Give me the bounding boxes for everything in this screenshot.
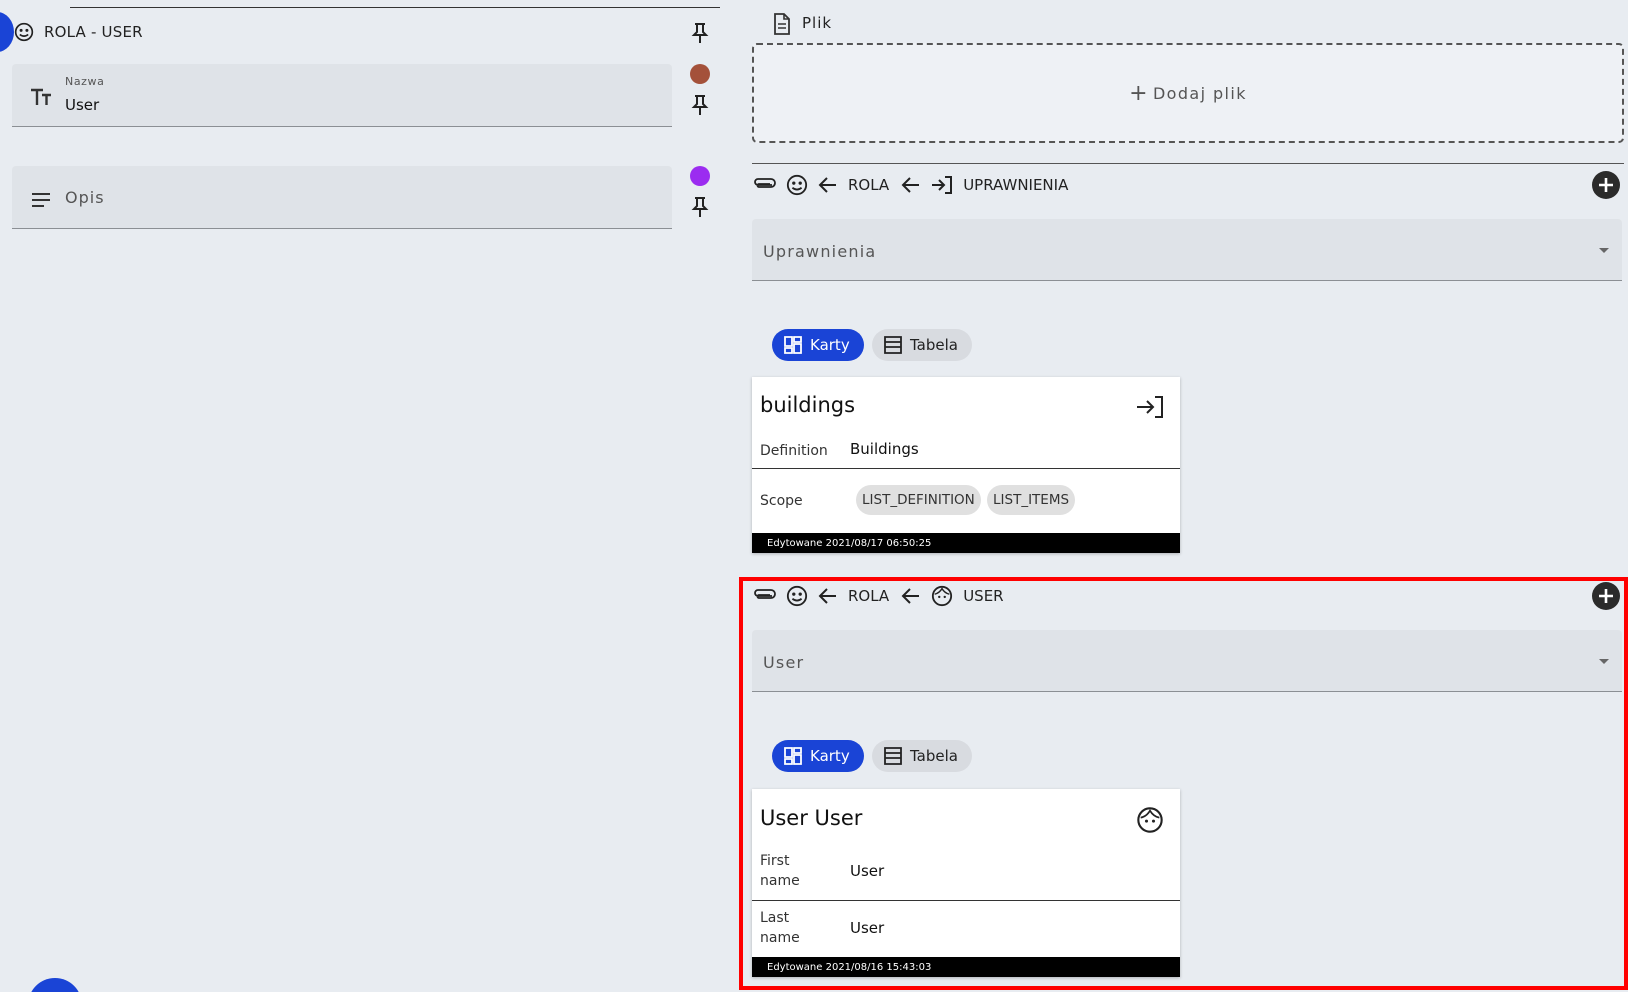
divider bbox=[70, 7, 720, 8]
view-cards-button[interactable]: Karty bbox=[772, 740, 864, 772]
row-value: User bbox=[850, 862, 885, 880]
view-table-button[interactable]: Tabela bbox=[872, 740, 972, 772]
crumb-target: UPRAWNIENIA bbox=[963, 176, 1069, 194]
chevron-down-icon bbox=[1598, 658, 1610, 665]
chevron-down-icon bbox=[1598, 247, 1610, 254]
arrow-left-icon bbox=[901, 587, 921, 605]
user-select[interactable]: User bbox=[752, 630, 1622, 692]
divider bbox=[752, 900, 1180, 901]
row-key: Last name bbox=[760, 910, 800, 946]
file-label: Plik bbox=[802, 14, 833, 32]
crumb-rola: ROLA bbox=[848, 587, 890, 605]
face-icon bbox=[931, 585, 953, 607]
card-footer: Edytowane 2021/08/17 06:50:25 bbox=[752, 533, 1180, 553]
scope-pill: LIST_DEFINITION bbox=[856, 485, 981, 515]
add-file-button[interactable]: + Dodaj plik bbox=[752, 43, 1624, 143]
table-icon bbox=[884, 336, 902, 354]
pin-icon[interactable] bbox=[690, 94, 710, 116]
notes-icon bbox=[31, 192, 51, 208]
fab-button[interactable] bbox=[0, 12, 14, 52]
color-dot[interactable] bbox=[690, 64, 710, 84]
arrow-left-icon bbox=[818, 587, 838, 605]
dashboard-icon bbox=[784, 747, 802, 765]
row-value: Buildings bbox=[850, 440, 919, 458]
fab-button[interactable] bbox=[28, 978, 82, 992]
attachment-icon bbox=[752, 588, 776, 604]
permissions-select-value: Uprawnienia bbox=[763, 242, 877, 261]
face-icon[interactable] bbox=[1136, 806, 1164, 834]
arrow-left-icon bbox=[901, 176, 921, 194]
user-card[interactable]: User User First name User Last name User… bbox=[752, 789, 1180, 977]
row-key: Definition bbox=[760, 443, 828, 459]
scope-pill: LIST_ITEMS bbox=[987, 485, 1076, 515]
divider bbox=[752, 468, 1180, 469]
view-table-button[interactable]: Tabela bbox=[872, 329, 972, 361]
attachment-icon bbox=[752, 177, 776, 193]
user-select-value: User bbox=[763, 653, 805, 672]
view-cards-button[interactable]: Karty bbox=[772, 329, 864, 361]
card-title: buildings bbox=[760, 393, 856, 417]
view-cards-label: Karty bbox=[810, 747, 850, 765]
view-table-label: Tabela bbox=[910, 747, 958, 765]
row-key: First name bbox=[760, 853, 800, 889]
mask-icon bbox=[786, 174, 808, 196]
permission-card[interactable]: buildings Definition Buildings Scope LIS… bbox=[752, 377, 1180, 553]
breadcrumb: ROLA USER bbox=[752, 585, 1004, 607]
permissions-select[interactable]: Uprawnienia bbox=[752, 219, 1622, 281]
file-icon bbox=[773, 13, 791, 35]
add-button[interactable] bbox=[1592, 171, 1620, 199]
breadcrumb: ROLA UPRAWNIENIA bbox=[752, 174, 1068, 196]
row-value: User bbox=[850, 919, 885, 937]
card-footer: Edytowane 2021/08/16 15:43:03 bbox=[752, 957, 1180, 977]
add-file-label: Dodaj plik bbox=[1152, 83, 1247, 103]
login-icon bbox=[931, 175, 953, 195]
mask-icon bbox=[14, 22, 34, 42]
crumb-target: USER bbox=[963, 587, 1004, 605]
name-field[interactable]: Nazwa User bbox=[12, 64, 672, 127]
section-title: ROLA - USER bbox=[44, 23, 143, 41]
pin-icon[interactable] bbox=[690, 196, 710, 218]
table-icon bbox=[884, 747, 902, 765]
mask-icon bbox=[786, 585, 808, 607]
card-title: User User bbox=[760, 806, 863, 830]
login-icon[interactable] bbox=[1136, 395, 1164, 419]
description-placeholder: Opis bbox=[65, 188, 105, 207]
add-button[interactable] bbox=[1592, 582, 1620, 610]
name-value: User bbox=[65, 96, 100, 114]
pin-icon[interactable] bbox=[690, 22, 710, 44]
crumb-rola: ROLA bbox=[848, 176, 890, 194]
color-dot[interactable] bbox=[690, 166, 710, 186]
dashboard-icon bbox=[784, 336, 802, 354]
view-table-label: Tabela bbox=[910, 336, 958, 354]
name-label: Nazwa bbox=[65, 75, 105, 88]
arrow-left-icon bbox=[818, 176, 838, 194]
plus-icon: + bbox=[1129, 80, 1149, 106]
description-field[interactable]: Opis bbox=[12, 166, 672, 229]
scope-label: Scope bbox=[760, 493, 803, 509]
view-cards-label: Karty bbox=[810, 336, 850, 354]
text-format-icon bbox=[30, 88, 52, 106]
divider bbox=[752, 163, 1624, 164]
